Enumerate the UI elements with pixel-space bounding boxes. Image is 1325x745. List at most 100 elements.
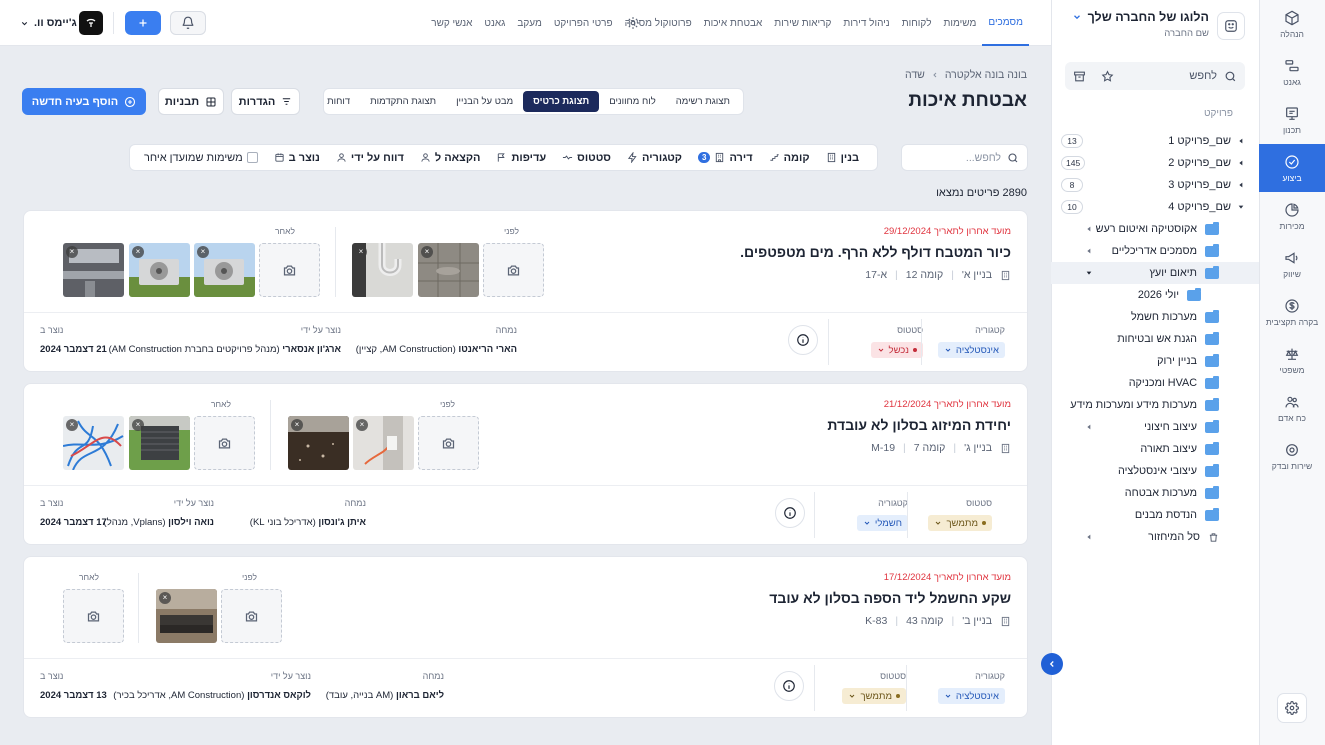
remove-photo-icon[interactable]: × (421, 246, 433, 258)
category-dropdown[interactable]: אינסטלציה (937, 342, 1005, 358)
folder-item[interactable]: הגנת אש ובטיחות (1051, 328, 1259, 350)
issue-card[interactable]: מועד אחרון לתאריך 29/12/2024 כיור המטבח ד… (23, 210, 1028, 372)
filter-9[interactable]: משימות שמועדן איחר (136, 152, 266, 164)
issue-photo[interactable]: × (129, 416, 190, 470)
nav-tab[interactable]: מסמכים (982, 0, 1029, 46)
issue-photo[interactable]: × (63, 243, 124, 297)
filter-4[interactable]: סטטוס (554, 152, 619, 164)
rail-item-7[interactable]: משפטי (1259, 336, 1325, 384)
remove-photo-icon[interactable]: × (356, 419, 368, 431)
filter-0[interactable]: בנין (818, 152, 867, 164)
add-photo-button[interactable] (221, 589, 282, 643)
folder-item[interactable]: תיאום יועץ (1051, 262, 1259, 284)
issue-card[interactable]: מועד אחרון לתאריך 21/12/2024 יחידת המיזוג… (23, 383, 1028, 545)
rail-item-0[interactable]: הנהלה (1259, 0, 1325, 48)
view-tab[interactable]: דוחות (317, 91, 360, 112)
caret-right-icon[interactable] (1085, 225, 1093, 233)
rail-item-8[interactable]: כח אדם (1259, 384, 1325, 432)
filter-1[interactable]: קומה (761, 152, 818, 164)
issue-photo[interactable]: × (288, 416, 349, 470)
category-dropdown[interactable]: חשמלי (856, 515, 908, 531)
issue-card[interactable]: מועד אחרון לתאריך 17/12/2024 שקע החשמל לי… (23, 556, 1028, 718)
filter-3[interactable]: קטגוריה (619, 152, 690, 164)
nav-tab[interactable]: מעקב (511, 0, 547, 46)
category-dropdown[interactable]: אינסטלציה (937, 688, 1005, 704)
rail-settings-button[interactable] (1277, 693, 1307, 723)
notifications-button[interactable] (170, 11, 206, 35)
add-issue-button[interactable]: הוסף בעיה חדשה (22, 88, 146, 115)
archive-icon[interactable] (1073, 70, 1086, 83)
create-button[interactable] (125, 11, 161, 35)
add-photo-button[interactable] (259, 243, 320, 297)
folder-item[interactable]: עיצוב חיצוני (1051, 416, 1259, 438)
nav-tab[interactable]: לקוחות (896, 0, 938, 46)
caret-right-icon[interactable] (1085, 533, 1093, 541)
filter-2[interactable]: דירה 3 (690, 152, 761, 164)
nav-settings-icon[interactable] (626, 16, 640, 30)
project-item[interactable]: שם_פרויקט 1 13 (1051, 130, 1259, 152)
view-tab[interactable]: לוח מחוונים (599, 91, 666, 112)
folder-item[interactable]: מסמכים אדריכליים (1051, 240, 1259, 262)
collapse-sidebar-button[interactable] (1041, 653, 1063, 675)
rail-item-5[interactable]: שיווק (1259, 240, 1325, 288)
nav-tab[interactable]: אבטחת איכות (698, 0, 769, 46)
info-button[interactable] (774, 671, 804, 701)
filter-8[interactable]: נוצר ב (266, 152, 328, 164)
caret-down-icon[interactable] (1085, 269, 1093, 277)
issue-photo[interactable]: × (129, 243, 190, 297)
folder-item[interactable]: הנדסת מבנים (1051, 504, 1259, 526)
add-photo-button[interactable] (194, 416, 255, 470)
rail-item-6[interactable]: בקרה תקציבית (1259, 288, 1325, 336)
nav-tab[interactable]: פרטי הפרויקט (548, 0, 619, 46)
company-switcher[interactable]: הלוגו של החברה שלך (1072, 10, 1209, 24)
sidebar-search[interactable]: לחפש (1065, 62, 1245, 90)
project-item[interactable]: שם_פרויקט 4 10 (1051, 196, 1259, 218)
status-dropdown[interactable]: מתמשך (928, 515, 992, 531)
nav-tab[interactable]: קריאות שירות (768, 0, 837, 46)
folder-item[interactable]: מערכות חשמל (1051, 306, 1259, 328)
folder-item[interactable]: HVAC ומכניקה (1051, 372, 1259, 394)
settings-button[interactable]: הגדרות (231, 88, 300, 115)
issue-photo[interactable]: × (194, 243, 255, 297)
status-dropdown[interactable]: מתמשך (842, 688, 906, 704)
add-photo-button[interactable] (63, 589, 124, 643)
nav-tab[interactable]: משימות (938, 0, 983, 46)
add-photo-button[interactable] (483, 243, 544, 297)
folder-item[interactable]: בניין ירוק (1051, 350, 1259, 372)
templates-button[interactable]: תבניות (158, 88, 224, 115)
rail-item-1[interactable]: גאנט (1259, 48, 1325, 96)
project-item[interactable]: שם_פרויקט 2 145 (1051, 152, 1259, 174)
folder-item[interactable]: יולי 2026 (1051, 284, 1259, 306)
nav-tab[interactable]: ניהול דירות (837, 0, 895, 46)
filter-7[interactable]: דווח על ידי (328, 152, 412, 164)
folder-item[interactable]: מערכות אבטחה (1051, 482, 1259, 504)
issues-search-input[interactable]: לחפש... (901, 144, 1028, 171)
folder-item[interactable]: עיצובי אינסטלציה (1051, 460, 1259, 482)
recycle-bin-item[interactable]: סל המיחזור (1051, 526, 1259, 548)
add-photo-button[interactable] (418, 416, 479, 470)
info-button[interactable] (788, 325, 818, 355)
folder-item[interactable]: אקוסטיקה ואיטום רעש (1051, 218, 1259, 240)
issue-photo[interactable]: × (156, 589, 217, 643)
rail-item-3[interactable]: ביצוע (1259, 144, 1325, 192)
caret-right-icon[interactable] (1085, 423, 1093, 431)
info-button[interactable] (775, 498, 805, 528)
remove-photo-icon[interactable]: × (66, 246, 78, 258)
nav-tab[interactable]: גאנט (478, 0, 511, 46)
rail-item-9[interactable]: שירות ובדק (1259, 432, 1325, 480)
remove-photo-icon[interactable]: × (197, 246, 209, 258)
view-tab[interactable]: תצוגת התקדמות (360, 91, 446, 112)
remove-photo-icon[interactable]: × (291, 419, 303, 431)
view-tab[interactable]: תצוגת רשימה (666, 91, 740, 112)
issue-photo[interactable]: × (353, 416, 414, 470)
caret-right-icon[interactable] (1085, 247, 1093, 255)
remove-photo-icon[interactable]: × (132, 246, 144, 258)
filter-6[interactable]: הקצאה ל (412, 152, 489, 164)
breadcrumb-item[interactable]: שדה (905, 69, 925, 81)
checkbox[interactable] (246, 152, 258, 163)
star-icon[interactable] (1101, 69, 1114, 83)
issue-photo[interactable]: × (352, 243, 413, 297)
issue-photo[interactable]: × (63, 416, 124, 470)
project-item[interactable]: שם_פרויקט 3 8 (1051, 174, 1259, 196)
filter-5[interactable]: עדיפות (488, 152, 554, 164)
